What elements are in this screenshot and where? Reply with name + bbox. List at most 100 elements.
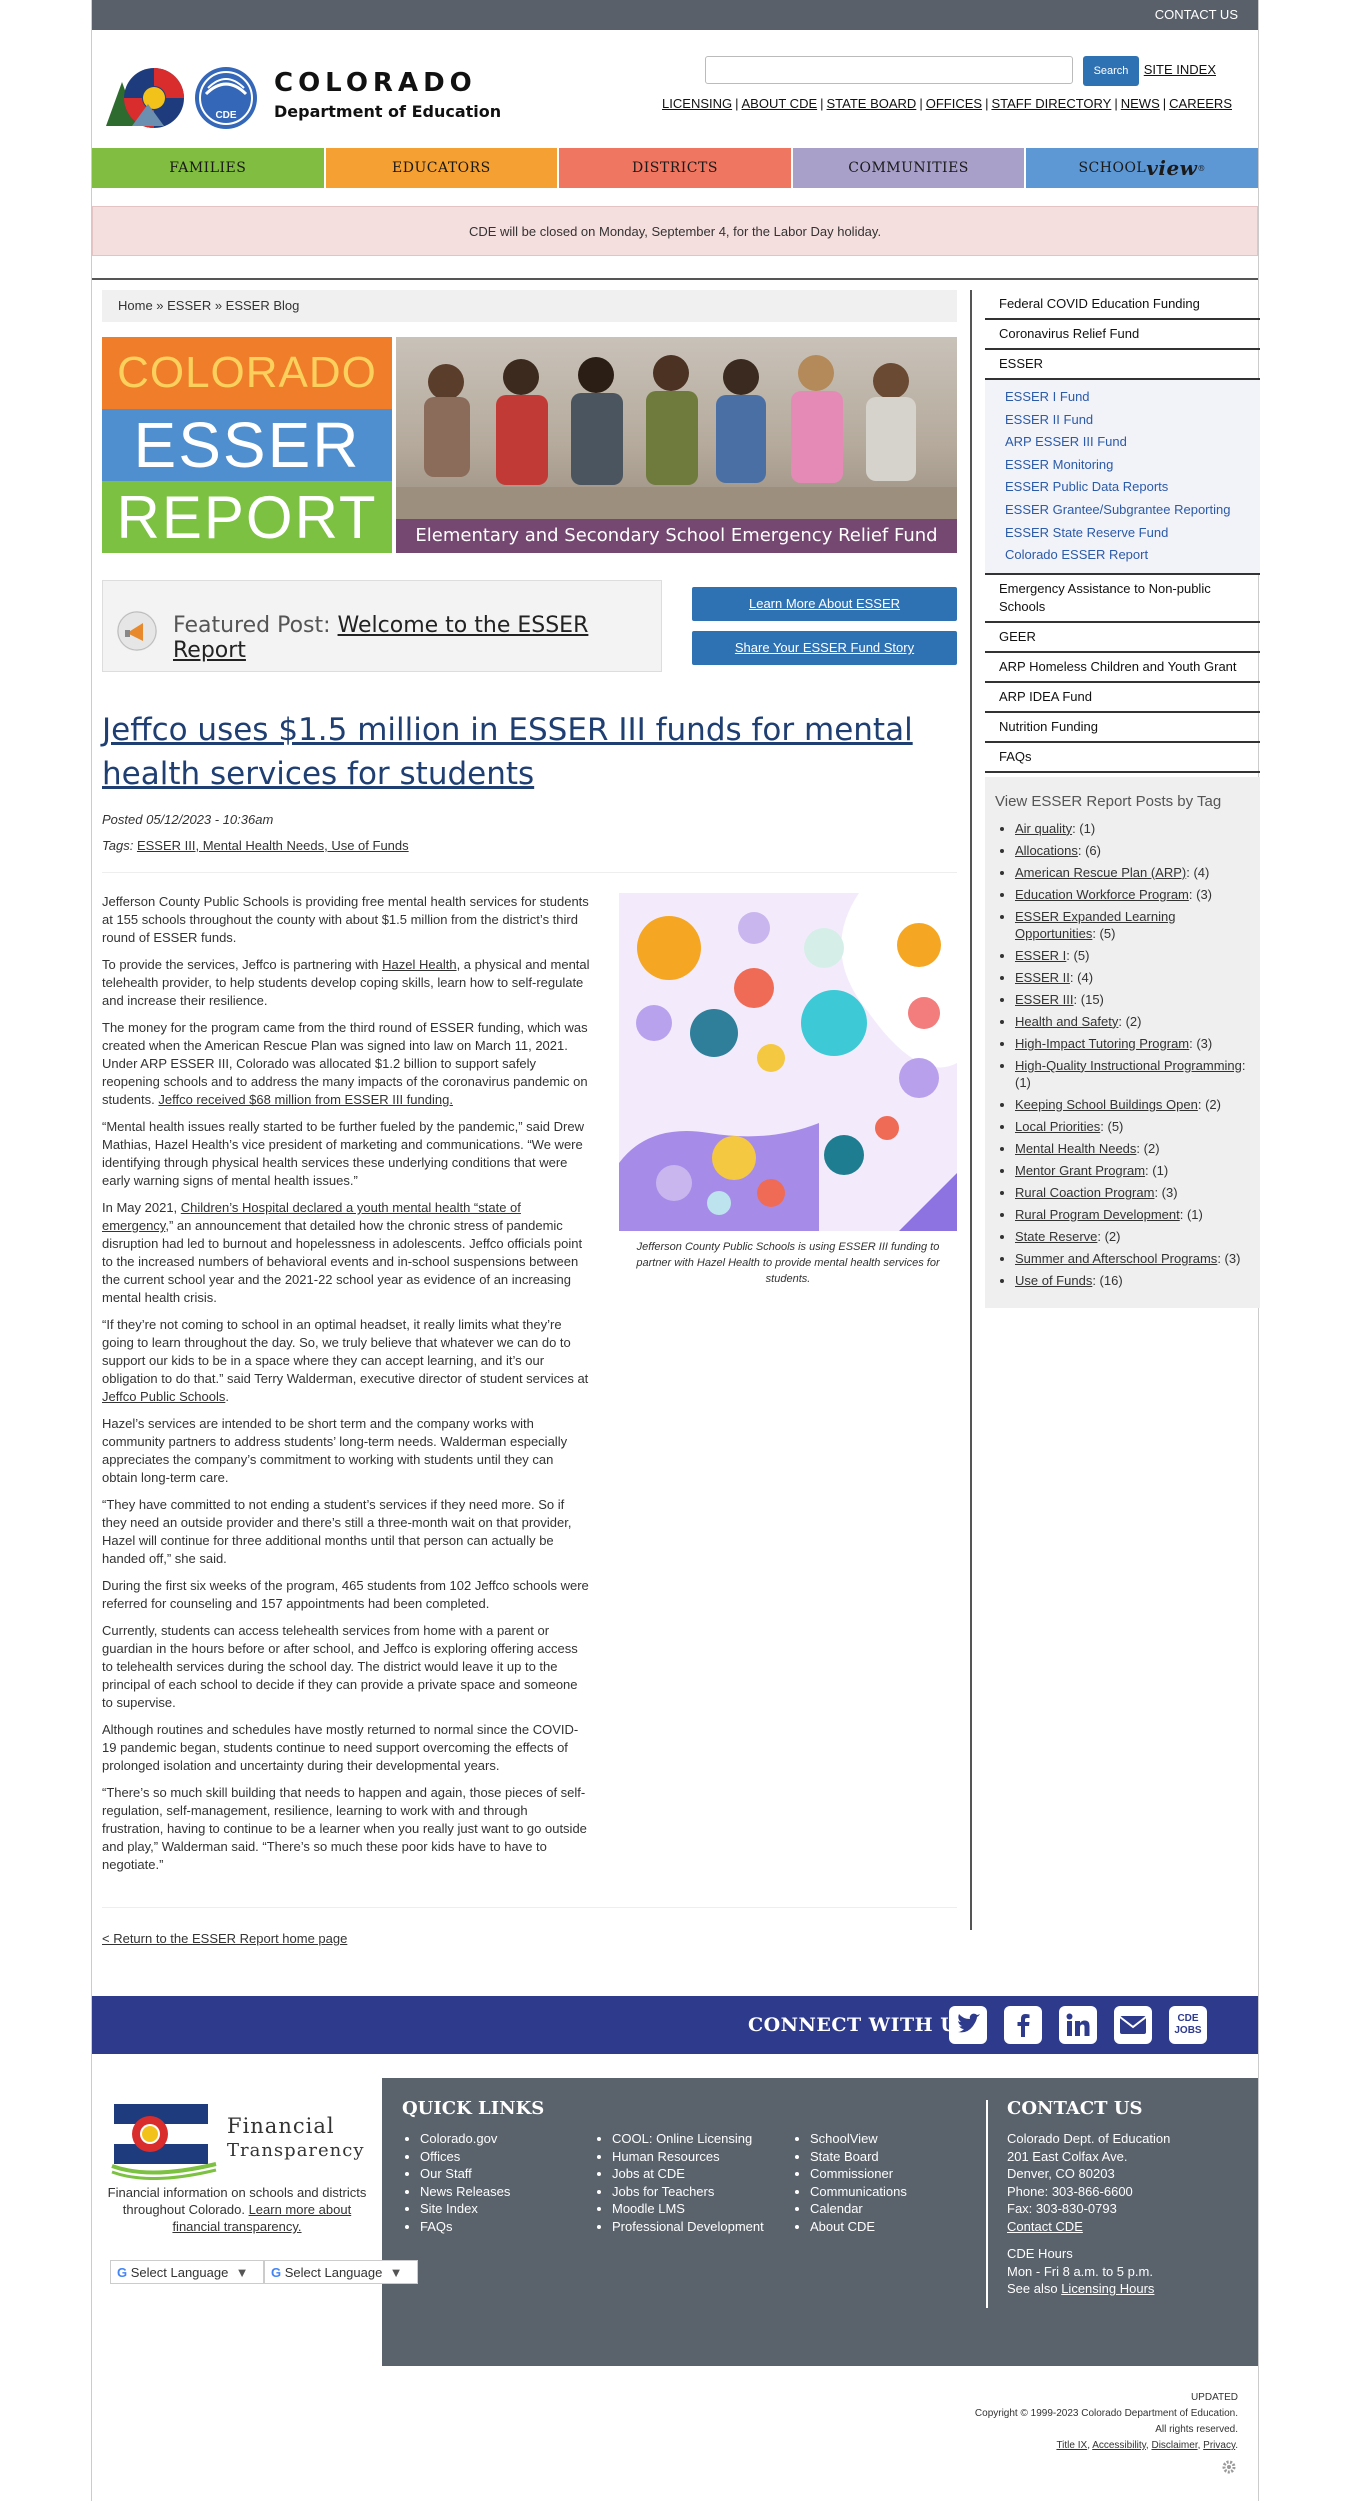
sidebar-item-nutrition-funding[interactable]: Nutrition Funding [985,713,1260,743]
learn-more-esser-button[interactable]: Learn More About ESSER [692,587,957,621]
accessibility-link[interactable]: Accessibility [1092,2440,1146,2451]
title-ix-link[interactable]: Title IX [1056,2440,1087,2451]
nav-schoolview[interactable]: SCHOOL view ® [1026,148,1258,188]
quick-link[interactable]: About CDE [810,2218,980,2236]
tag-link[interactable]: High-Impact Tutoring Program [1015,1036,1189,1051]
figure-caption: Jefferson County Public Schools is using… [636,1241,940,1285]
tag-link[interactable]: Keeping School Buildings Open [1015,1097,1198,1112]
jeffco-funding-link[interactable]: Jeffco received $68 million from ESSER I… [158,1092,453,1107]
nav-districts-label: DISTRICTS [632,160,718,176]
twitter-icon[interactable] [949,2006,987,2044]
sidebar-subitem-esser-state-reserve[interactable]: ESSER State Reserve Fund [1005,522,1260,545]
quick-link[interactable]: Commissioner [810,2165,980,2183]
quick-link[interactable]: COOL: Online Licensing [612,2130,782,2148]
contact-us-link[interactable]: CONTACT US [1155,0,1258,30]
tag-link[interactable]: High-Quality Instructional Programming [1015,1058,1242,1073]
tag-list-box: View ESSER Report Posts by Tag Air quali… [985,776,1260,1308]
sidebar-item-coronavirus-relief-fund[interactable]: Coronavirus Relief Fund [985,320,1260,350]
breadcrumb[interactable]: Home » ESSER » ESSER Blog [102,290,957,322]
linkedin-icon[interactable] [1059,2006,1097,2044]
tag-link[interactable]: Local Priorities [1015,1119,1100,1134]
tag-link[interactable]: Health and Safety [1015,1014,1118,1029]
search-input[interactable] [705,56,1073,84]
email-icon[interactable] [1114,2006,1152,2044]
quick-link[interactable]: Human Resources [612,2148,782,2166]
post-title[interactable]: Jeffco uses $1.5 million in ESSER III fu… [102,708,957,796]
hazel-health-link[interactable]: Hazel Health [382,957,456,972]
sidebar-subitem-esser-ii[interactable]: ESSER II Fund [1005,409,1260,432]
tag-link[interactable]: Use of Funds [1015,1273,1092,1288]
nav-districts[interactable]: DISTRICTS [559,148,793,188]
sidebar-item-geer[interactable]: GEER [985,623,1260,653]
gear-icon[interactable] [975,2458,1238,2482]
sidebar-subitem-esser-public-data[interactable]: ESSER Public Data Reports [1005,476,1260,499]
share-esser-story-button[interactable]: Share Your ESSER Fund Story [692,631,957,665]
sidebar-subitem-esser-monitoring[interactable]: ESSER Monitoring [1005,454,1260,477]
language-select[interactable]: G Select Language ▼ [110,2260,264,2284]
disclaimer-link[interactable]: Disclaimer [1151,2440,1197,2451]
quick-link[interactable]: Professional Development [612,2218,782,2236]
cde-jobs-icon[interactable]: CDE JOBS [1169,2006,1207,2044]
language-select[interactable]: G Select Language ▼ [264,2260,418,2284]
licensing-link[interactable]: LICENSING [662,96,732,111]
tag-link[interactable]: ESSER III [1015,992,1074,1007]
tag-link[interactable]: American Rescue Plan (ARP) [1015,865,1186,880]
offices-link[interactable]: OFFICES [926,96,982,111]
sidebar-subitem-esser-grantee-reporting[interactable]: ESSER Grantee/Subgrantee Reporting [1005,499,1260,522]
news-link[interactable]: NEWS [1121,96,1160,111]
sidebar-subitem-colorado-esser-report[interactable]: Colorado ESSER Report [1005,544,1260,567]
quick-link[interactable]: Jobs for Teachers [612,2183,782,2201]
quick-link[interactable]: Jobs at CDE [612,2165,782,2183]
sidebar-subitem-esser-i[interactable]: ESSER I Fund [1005,386,1260,409]
jeffco-public-schools-link[interactable]: Jeffco Public Schools [102,1389,225,1404]
tag-link[interactable]: State Reserve [1015,1229,1097,1244]
staff-directory-link[interactable]: STAFF DIRECTORY [991,96,1111,111]
sidebar-item-arp-idea[interactable]: ARP IDEA Fund [985,683,1260,713]
quick-link[interactable]: State Board [810,2148,980,2166]
quick-link[interactable]: Offices [420,2148,590,2166]
tag-link[interactable]: ESSER II [1015,970,1070,985]
careers-link[interactable]: CAREERS [1169,96,1232,111]
privacy-link[interactable]: Privacy [1203,2440,1235,2451]
sidebar-item-federal-covid-funding[interactable]: Federal COVID Education Funding [985,290,1260,320]
nav-educators[interactable]: EDUCATORS [325,148,560,188]
tag-link[interactable]: ESSER I [1015,948,1066,963]
tag-link[interactable]: Mentor Grant Program [1015,1163,1145,1178]
tag-link[interactable]: Rural Coaction Program [1015,1185,1154,1200]
tag-link[interactable]: Summer and Afterschool Programs [1015,1251,1217,1266]
tag-link[interactable]: Education Workforce Program [1015,887,1189,902]
return-to-esser-report-link[interactable]: < Return to the ESSER Report home page [102,1931,347,1946]
sidebar-item-arp-homeless[interactable]: ARP Homeless Children and Youth Grant [985,653,1260,683]
tag-link[interactable]: Mental Health Needs [1015,1141,1136,1156]
about-cde-link[interactable]: ABOUT CDE [742,96,818,111]
quick-link[interactable]: Communications [810,2183,980,2201]
tag-count: : (16) [1092,1272,1123,1288]
financial-transparency-logo-icon[interactable] [110,2100,218,2180]
sidebar-item-eanps[interactable]: Emergency Assistance to Non-public Schoo… [985,575,1260,623]
nav-families[interactable]: FAMILIES [92,148,326,188]
nav-educators-label: EDUCATORS [392,160,491,176]
search-button[interactable]: Search [1083,56,1139,86]
sidebar-subitem-arp-esser-iii[interactable]: ARP ESSER III Fund [1005,431,1260,454]
quick-link[interactable]: Site Index [420,2200,590,2218]
sidebar-item-faqs[interactable]: FAQs [985,743,1260,773]
nav-communities[interactable]: COMMUNITIES [792,148,1027,188]
cde-logo[interactable]: CDE COLORADO Department of Education [102,64,502,130]
quick-link[interactable]: Calendar [810,2200,980,2218]
tag-link[interactable]: Allocations [1015,843,1078,858]
quick-link[interactable]: News Releases [420,2183,590,2201]
post-tag-links[interactable]: ESSER III, Mental Health Needs, Use of F… [137,838,409,853]
quick-link[interactable]: SchoolView [810,2130,980,2148]
facebook-icon[interactable] [1004,2006,1042,2044]
quick-link[interactable]: Our Staff [420,2165,590,2183]
state-board-link[interactable]: STATE BOARD [827,96,917,111]
quick-link[interactable]: FAQs [420,2218,590,2236]
tag-link[interactable]: Air quality [1015,821,1072,836]
quick-link[interactable]: Colorado.gov [420,2130,590,2148]
site-index-link[interactable]: SITE INDEX [1144,62,1216,77]
sidebar-item-esser[interactable]: ESSER [985,350,1260,380]
licensing-hours-link[interactable]: Licensing Hours [1061,2281,1154,2296]
contact-cde-link[interactable]: Contact CDE [1007,2219,1083,2234]
quick-link[interactable]: Moodle LMS [612,2200,782,2218]
tag-link[interactable]: Rural Program Development [1015,1207,1180,1222]
